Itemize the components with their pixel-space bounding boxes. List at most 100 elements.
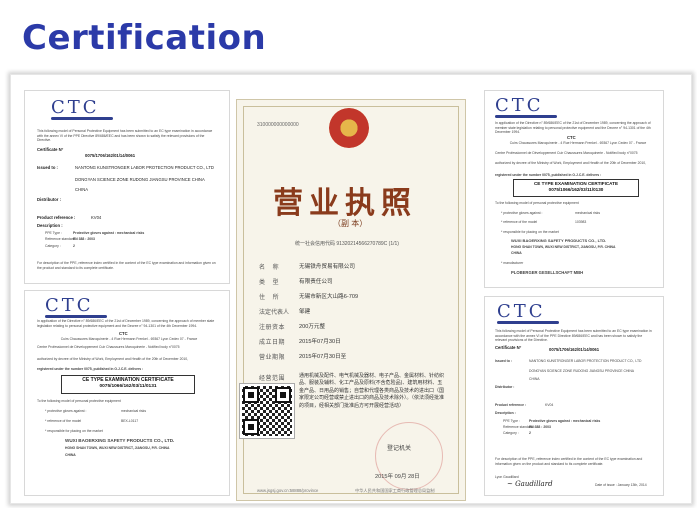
product-value: KV04 — [91, 215, 102, 220]
issued-address: DONGYAN SCIENCE ZONE RUDONG JIANGSU PROV… — [75, 177, 205, 182]
cert-label: Certificate N° — [495, 345, 522, 350]
ctc-heading: CTC — [567, 135, 576, 140]
model-ref-label: * reference of the model — [501, 220, 538, 224]
distributor-label: Distributor : — [495, 385, 515, 389]
registered-line: registered under the number 0075, publis… — [495, 173, 602, 177]
ce-certificate-box: CE TYPE EXAMINATION CERTIFICATE 0075/106… — [513, 179, 639, 197]
certificate-bottom-left[interactable]: CTC In application of the Directive n° 8… — [24, 290, 230, 496]
category-value: 2 — [529, 431, 531, 435]
row-value-type: 有限责任公司 — [299, 279, 333, 285]
description-label: Description : — [495, 411, 516, 415]
model-ref-label: * reference of the model — [45, 419, 82, 423]
distributor-label: Distributor : — [37, 197, 61, 202]
row-value-established: 2015年07月30日 — [299, 339, 341, 345]
issued-address: DONGYAN SCIENCE ZONE RUDONG JIANGSU PROV… — [529, 369, 635, 373]
row-label-scope: 经营范围 — [259, 376, 286, 382]
ctc-logo: CTC — [45, 295, 107, 318]
category-label: Category : — [45, 244, 61, 248]
responsible-label: * responsible for placing on the market — [501, 230, 559, 234]
protective-value: mechanical risks — [121, 409, 147, 413]
intro-text: This following model of Personal Protect… — [37, 129, 213, 143]
business-scope: 通用机械及配件、电气机械及器材、电子产品、金属材料、针纺织品、服装及辅料、化工产… — [299, 373, 445, 409]
ctc-logo: CTC — [51, 97, 113, 120]
issued-label: Issued to : — [495, 359, 512, 363]
authorized-line: authorized by decree of the Ministry of … — [495, 161, 647, 165]
lab-address: Cuirs Chaussures Maroquinerie - 4 Rue He… — [509, 141, 647, 145]
ce-certificate-box: CE TYPE EXAMINATION CERTIFICATE 0075/106… — [61, 375, 195, 394]
reference-label: Reference standard : — [45, 237, 77, 241]
certificate-top-right[interactable]: CTC In application of the Directive n° 8… — [484, 90, 664, 288]
license-subtitle: （副 本） — [333, 219, 368, 228]
manufacturer-label: * manufacturer — [501, 261, 524, 265]
protective-label: * protective gloves against : — [45, 409, 87, 413]
footnote: For description of the PPE, reference in… — [37, 261, 216, 270]
row-label-address: 住 所 — [259, 295, 282, 301]
business-license[interactable]: 310000000000000 营业执照 （副 本） 统一社会信用代码 9132… — [236, 99, 466, 501]
company-name: WUXI BAOERXING SAFETY PRODUCTS CO., LTD. — [65, 438, 175, 443]
ce-number: 0075/1066/162/03/11/0131 — [99, 384, 157, 389]
category-label: Category : — [503, 431, 519, 435]
license-url: www.jsgsj.gov.cn:58888/province — [257, 488, 319, 493]
description-label: Description : — [37, 223, 63, 228]
intro-text: This following model of Personal Protect… — [495, 329, 652, 343]
product-label: Product reference : — [37, 215, 76, 220]
ce-title: CE TYPE EXAMINATION CERTIFICATE — [533, 181, 619, 186]
company-country: CHINA — [65, 453, 76, 457]
issuing-authority: 登记机关 — [387, 446, 412, 452]
ppe-type-value: Protective gloves against : mechanical r… — [529, 419, 601, 423]
row-value-legal-rep: 邹建 — [299, 309, 311, 315]
ppe-type-label: PPE Type : — [503, 419, 520, 423]
to-line: To the following model of personal prote… — [495, 201, 579, 205]
notified-body: Centre Professionnel de Développement Cu… — [37, 345, 180, 349]
category-value: 2 — [73, 244, 75, 248]
responsible-label: * responsible for placing on the market — [45, 429, 103, 433]
notified-body: Centre Professionnel de Développement Cu… — [495, 151, 638, 155]
row-label-type: 类 型 — [259, 280, 282, 286]
row-label-legal-rep: 法定代表人 — [259, 310, 290, 316]
certificate-top-left[interactable]: CTC This following model of Personal Pro… — [24, 90, 230, 284]
qr-code-icon — [239, 383, 295, 439]
ctc-logo: CTC — [495, 95, 557, 118]
license-header-code: 310000000000000 — [257, 122, 299, 128]
intro-text: In application of the Directive n° 89/68… — [495, 121, 651, 135]
row-label-capital: 注册资本 — [259, 325, 286, 331]
product-value: KV04 — [545, 403, 554, 407]
ctc-heading: CTC — [119, 331, 128, 336]
issue-date: 2015年 09月 28日 — [375, 474, 420, 480]
row-label-term: 营业期限 — [259, 355, 286, 361]
manufacturer-name: PLOBERGER GESELLSCHAFT MBH — [511, 270, 584, 275]
license-title: 营业执照 — [273, 186, 417, 221]
model-ref-value: 103983 — [575, 220, 587, 224]
row-value-capital: 200万元整 — [299, 324, 326, 330]
registered-line: registered under the number 0075, publis… — [37, 367, 144, 371]
company-address: HONG SHAN TOWN, WUXI NEW DISTRICT, JIANG… — [65, 446, 170, 450]
lab-address: Cuirs Chaussures Maroquinerie - 4 Rue He… — [60, 337, 198, 341]
protective-label: * protective gloves against : — [501, 211, 543, 215]
intro-text: In application of the Directive n° 89/68… — [37, 319, 215, 328]
issued-by: Lyon Gaudillard — [495, 475, 519, 479]
certificate-bottom-right[interactable]: CTC This following model of Personal Pro… — [484, 296, 664, 496]
footnote: For description of the PPE, reference in… — [495, 457, 643, 466]
ctc-logo: CTC — [497, 301, 559, 324]
ce-number: 0075/1066/162/03/11/0130 — [548, 187, 604, 192]
cert-label: Certificate N° — [37, 147, 64, 152]
reference-value: EN 388 : 2003 — [73, 237, 95, 241]
row-label-established: 成立日期 — [259, 340, 286, 346]
company-address: HONG SHAN TOWN, WUXI NEW DISTRICT, JIANG… — [511, 245, 616, 249]
issued-country: CHINA — [75, 187, 89, 192]
date-of-issue: Date of issue : January 13th, 2014 — [595, 483, 647, 487]
cert-number: 0075/1706/162/01/14/0061 — [85, 153, 136, 158]
ppe-type-value: Protective gloves against : mechanical r… — [73, 231, 145, 235]
issued-country: CHINA — [529, 377, 540, 381]
authorized-line: authorized by decree of the Ministry of … — [37, 357, 189, 361]
signature: ~ Gaudillard — [507, 480, 553, 488]
row-value-address: 无锡市新区大山路6-709 — [299, 294, 359, 300]
credit-code: 统一社会信用代码 91320214566270789C (1/1) — [295, 241, 399, 247]
protective-value: mechanical risks — [575, 211, 601, 215]
national-emblem-icon — [329, 108, 369, 148]
company-country: CHINA — [511, 251, 522, 255]
reference-value: EN 388 : 2003 — [529, 425, 551, 429]
model-ref-value: BEX-L0117 — [121, 419, 139, 423]
page-title: Certification — [22, 18, 267, 58]
row-value-name: 无锡铁舟贸易有限公司 — [299, 264, 355, 270]
